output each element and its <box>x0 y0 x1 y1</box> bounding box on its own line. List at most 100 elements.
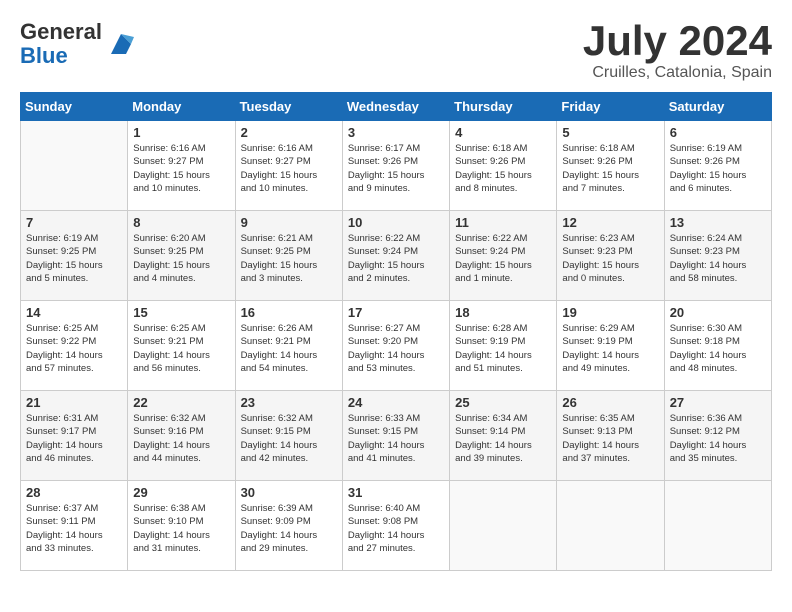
day-number: 11 <box>455 215 551 230</box>
calendar-day-cell: 22Sunrise: 6:32 AM Sunset: 9:16 PM Dayli… <box>128 391 235 481</box>
calendar-header-row: SundayMondayTuesdayWednesdayThursdayFrid… <box>21 93 772 121</box>
day-number: 12 <box>562 215 658 230</box>
calendar-day-cell: 13 Sunrise: 6:24 AM Sunset: 9:23 PM Dayli… <box>664 211 771 301</box>
logo: General Blue <box>20 20 136 68</box>
day-number: 4 <box>455 125 551 140</box>
day-info: Sunrise: 6:26 AM Sunset: 9:21 PM Dayligh… <box>241 322 337 375</box>
day-info: Sunrise: 6:25 AM Sunset: 9:22 PM Dayligh… <box>26 322 122 375</box>
calendar-day-cell <box>664 481 771 571</box>
day-info: Sunrise: 6:36 AM Sunset: 9:12 PM Dayligh… <box>670 412 766 465</box>
calendar-day-cell: 23 Sunrise: 6:32 AM Sunset: 9:15 PM Dayli… <box>235 391 342 481</box>
calendar-day-cell <box>450 481 557 571</box>
calendar-day-cell: 15 Sunrise: 6:25 AM Sunset: 9:21 PM Dayli… <box>128 301 235 391</box>
calendar-day-cell: 20 Sunrise: 6:30 AM Sunset: 9:18 PM Dayli… <box>664 301 771 391</box>
day-number: 14 <box>26 305 122 320</box>
day-of-week-header: Monday <box>128 93 235 121</box>
day-number: 9 <box>241 215 337 230</box>
logo-blue: Blue <box>20 44 102 68</box>
day-number: 31 <box>348 485 444 500</box>
day-number: 30 <box>241 485 337 500</box>
day-info: Sunrise: 6:35 AM Sunset: 9:13 PM Dayligh… <box>562 412 658 465</box>
calendar-day-cell: 6Sunrise: 6:19 AM Sunset: 9:26 PM Daylig… <box>664 121 771 211</box>
logo-general: General <box>20 20 102 44</box>
calendar-day-cell: 3 Sunrise: 6:17 AM Sunset: 9:26 PM Daylig… <box>342 121 449 211</box>
day-info: Sunrise: 6:19 AM Sunset: 9:26 PM Dayligh… <box>670 142 766 195</box>
calendar-week-row: 21Sunrise: 6:31 AM Sunset: 9:17 PM Dayli… <box>21 391 772 481</box>
calendar-day-cell: 12 Sunrise: 6:23 AM Sunset: 9:23 PM Dayli… <box>557 211 664 301</box>
day-info: Sunrise: 6:21 AM Sunset: 9:25 PM Dayligh… <box>241 232 337 285</box>
day-number: 5 <box>562 125 658 140</box>
calendar-day-cell: 11Sunrise: 6:22 AM Sunset: 9:24 PM Dayli… <box>450 211 557 301</box>
calendar-day-cell: 5 Sunrise: 6:18 AM Sunset: 9:26 PM Daylig… <box>557 121 664 211</box>
day-info: Sunrise: 6:24 AM Sunset: 9:23 PM Dayligh… <box>670 232 766 285</box>
day-info: Sunrise: 6:37 AM Sunset: 9:11 PM Dayligh… <box>26 502 122 555</box>
day-of-week-header: Friday <box>557 93 664 121</box>
location: Cruilles, Catalonia, Spain <box>583 64 772 82</box>
calendar-day-cell: 29Sunrise: 6:38 AM Sunset: 9:10 PM Dayli… <box>128 481 235 571</box>
calendar-day-cell: 27 Sunrise: 6:36 AM Sunset: 9:12 PM Dayli… <box>664 391 771 481</box>
day-of-week-header: Thursday <box>450 93 557 121</box>
day-info: Sunrise: 6:28 AM Sunset: 9:19 PM Dayligh… <box>455 322 551 375</box>
calendar-day-cell: 28 Sunrise: 6:37 AM Sunset: 9:11 PM Dayli… <box>21 481 128 571</box>
day-info: Sunrise: 6:27 AM Sunset: 9:20 PM Dayligh… <box>348 322 444 375</box>
day-number: 26 <box>562 395 658 410</box>
calendar-day-cell: 10 Sunrise: 6:22 AM Sunset: 9:24 PM Dayli… <box>342 211 449 301</box>
day-info: Sunrise: 6:16 AM Sunset: 9:27 PM Dayligh… <box>241 142 337 195</box>
day-info: Sunrise: 6:39 AM Sunset: 9:09 PM Dayligh… <box>241 502 337 555</box>
day-number: 27 <box>670 395 766 410</box>
calendar-day-cell: 1 Sunrise: 6:16 AM Sunset: 9:27 PM Daylig… <box>128 121 235 211</box>
logo-icon <box>106 29 136 59</box>
month-title: July 2024 <box>583 20 772 62</box>
day-info: Sunrise: 6:22 AM Sunset: 9:24 PM Dayligh… <box>348 232 444 285</box>
day-info: Sunrise: 6:25 AM Sunset: 9:21 PM Dayligh… <box>133 322 229 375</box>
day-number: 20 <box>670 305 766 320</box>
day-number: 1 <box>133 125 229 140</box>
day-number: 19 <box>562 305 658 320</box>
calendar-day-cell: 25 Sunrise: 6:34 AM Sunset: 9:14 PM Dayli… <box>450 391 557 481</box>
day-number: 2 <box>241 125 337 140</box>
calendar-day-cell: 9 Sunrise: 6:21 AM Sunset: 9:25 PM Daylig… <box>235 211 342 301</box>
day-info: Sunrise: 6:23 AM Sunset: 9:23 PM Dayligh… <box>562 232 658 285</box>
day-number: 15 <box>133 305 229 320</box>
day-number: 17 <box>348 305 444 320</box>
day-number: 8 <box>133 215 229 230</box>
day-number: 13 <box>670 215 766 230</box>
calendar-day-cell: 30 Sunrise: 6:39 AM Sunset: 9:09 PM Dayli… <box>235 481 342 571</box>
calendar-day-cell: 19Sunrise: 6:29 AM Sunset: 9:19 PM Dayli… <box>557 301 664 391</box>
calendar-day-cell: 26 Sunrise: 6:35 AM Sunset: 9:13 PM Dayli… <box>557 391 664 481</box>
calendar-day-cell: 24Sunrise: 6:33 AM Sunset: 9:15 PM Dayli… <box>342 391 449 481</box>
day-info: Sunrise: 6:32 AM Sunset: 9:16 PM Dayligh… <box>133 412 229 465</box>
calendar-day-cell: 4Sunrise: 6:18 AM Sunset: 9:26 PM Daylig… <box>450 121 557 211</box>
calendar-week-row: 28 Sunrise: 6:37 AM Sunset: 9:11 PM Dayli… <box>21 481 772 571</box>
calendar-week-row: 14 Sunrise: 6:25 AM Sunset: 9:22 PM Dayli… <box>21 301 772 391</box>
day-info: Sunrise: 6:20 AM Sunset: 9:25 PM Dayligh… <box>133 232 229 285</box>
day-number: 16 <box>241 305 337 320</box>
day-info: Sunrise: 6:16 AM Sunset: 9:27 PM Dayligh… <box>133 142 229 195</box>
day-of-week-header: Wednesday <box>342 93 449 121</box>
day-number: 24 <box>348 395 444 410</box>
calendar-day-cell: 7Sunrise: 6:19 AM Sunset: 9:25 PM Daylig… <box>21 211 128 301</box>
day-info: Sunrise: 6:32 AM Sunset: 9:15 PM Dayligh… <box>241 412 337 465</box>
day-number: 7 <box>26 215 122 230</box>
day-info: Sunrise: 6:17 AM Sunset: 9:26 PM Dayligh… <box>348 142 444 195</box>
calendar-week-row: 1 Sunrise: 6:16 AM Sunset: 9:27 PM Daylig… <box>21 121 772 211</box>
calendar-day-cell <box>21 121 128 211</box>
calendar-day-cell: 14 Sunrise: 6:25 AM Sunset: 9:22 PM Dayli… <box>21 301 128 391</box>
day-number: 21 <box>26 395 122 410</box>
day-number: 25 <box>455 395 551 410</box>
calendar-day-cell: 2 Sunrise: 6:16 AM Sunset: 9:27 PM Daylig… <box>235 121 342 211</box>
day-info: Sunrise: 6:18 AM Sunset: 9:26 PM Dayligh… <box>562 142 658 195</box>
page-header: General Blue July 2024 Cruilles, Catalon… <box>20 20 772 82</box>
day-number: 18 <box>455 305 551 320</box>
day-number: 3 <box>348 125 444 140</box>
day-info: Sunrise: 6:34 AM Sunset: 9:14 PM Dayligh… <box>455 412 551 465</box>
day-of-week-header: Sunday <box>21 93 128 121</box>
day-number: 28 <box>26 485 122 500</box>
calendar-day-cell: 18 Sunrise: 6:28 AM Sunset: 9:19 PM Dayli… <box>450 301 557 391</box>
calendar-day-cell: 8 Sunrise: 6:20 AM Sunset: 9:25 PM Daylig… <box>128 211 235 301</box>
day-number: 10 <box>348 215 444 230</box>
day-number: 23 <box>241 395 337 410</box>
calendar-day-cell: 17 Sunrise: 6:27 AM Sunset: 9:20 PM Dayli… <box>342 301 449 391</box>
calendar-table: SundayMondayTuesdayWednesdayThursdayFrid… <box>20 92 772 571</box>
day-info: Sunrise: 6:30 AM Sunset: 9:18 PM Dayligh… <box>670 322 766 375</box>
